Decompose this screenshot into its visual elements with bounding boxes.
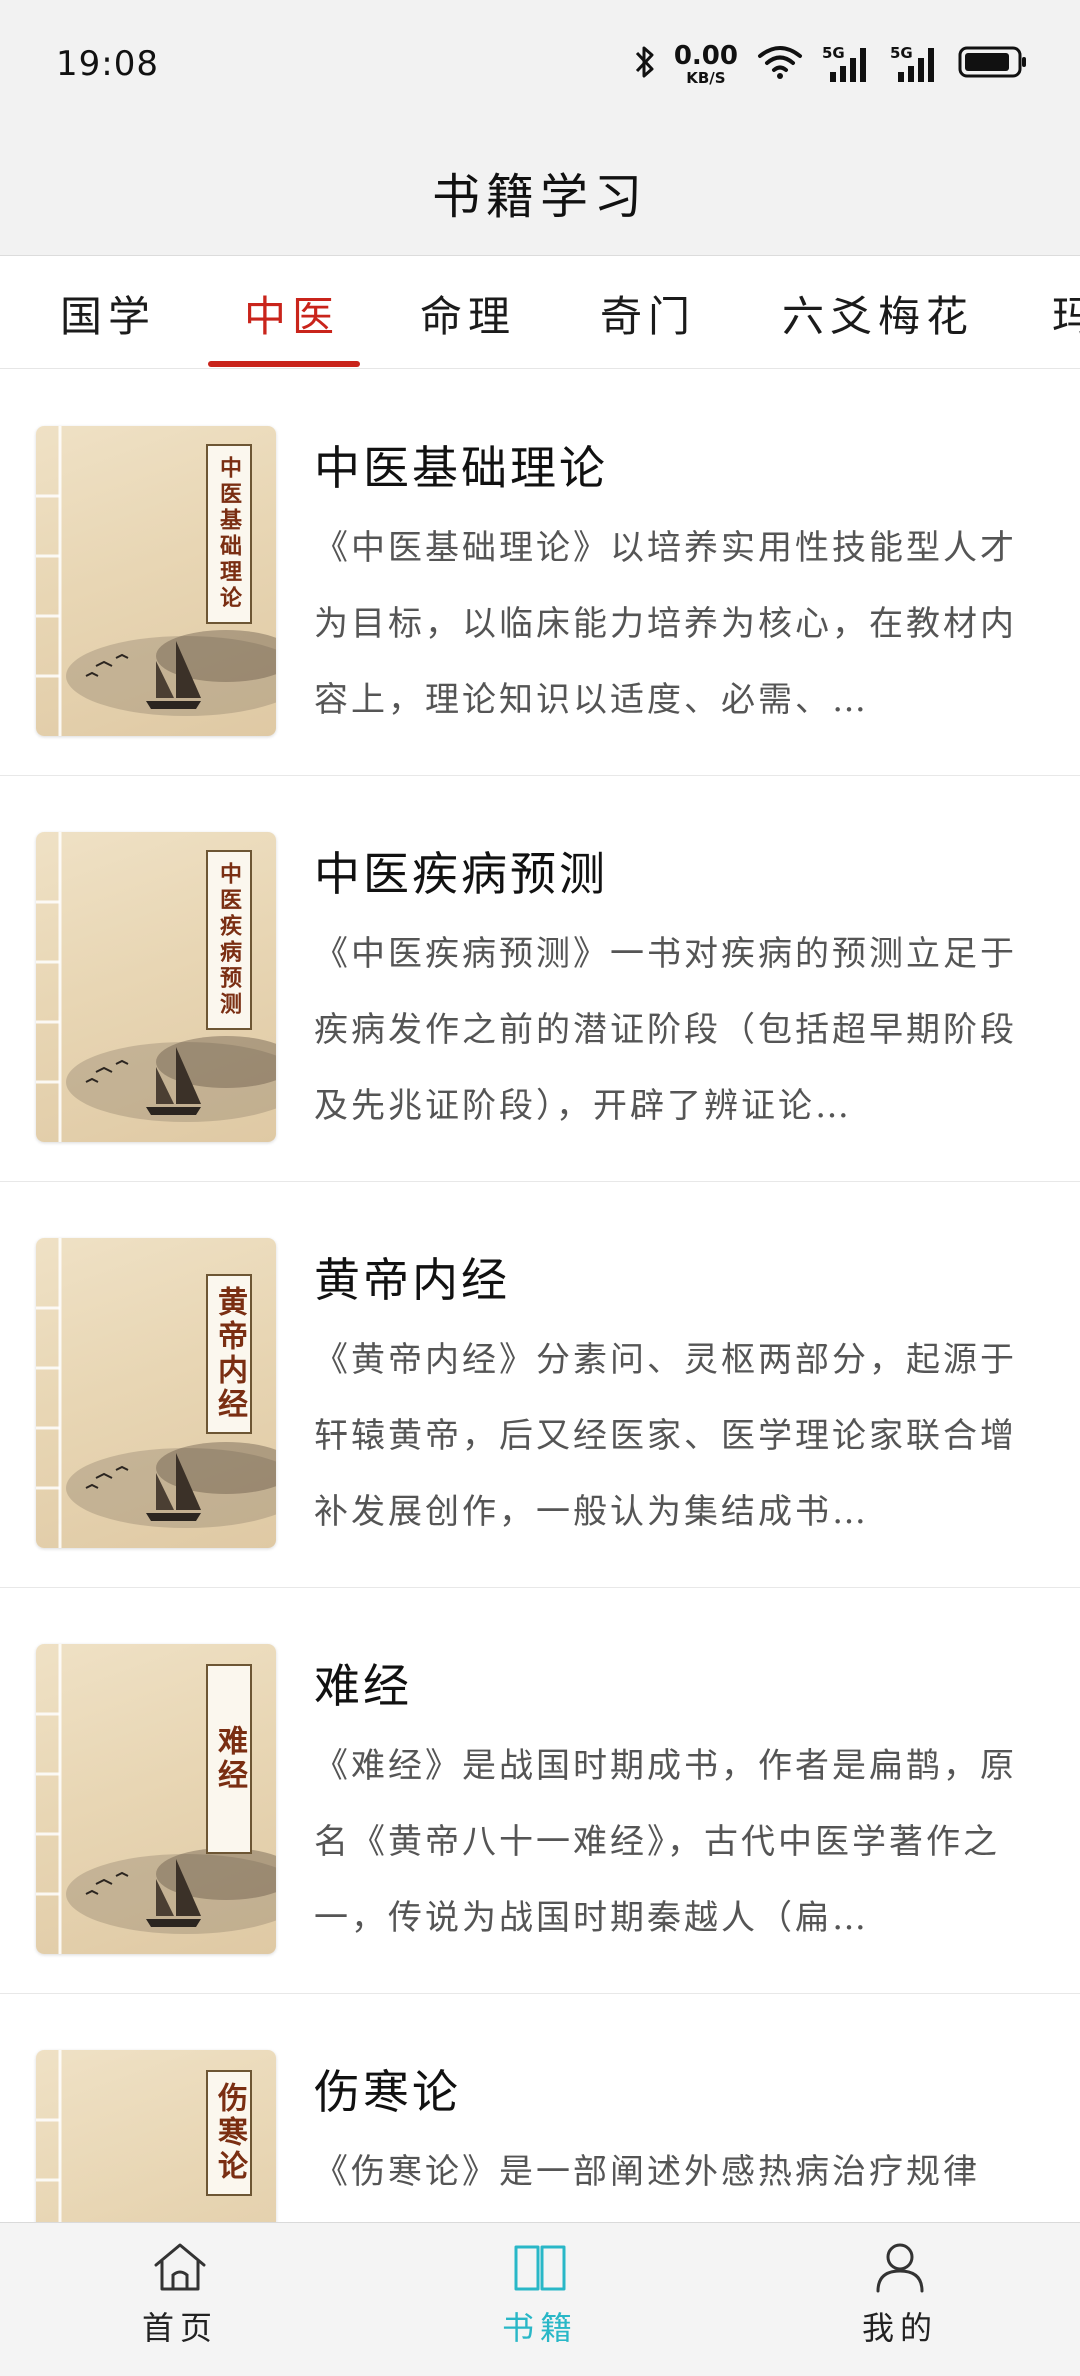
- status-bar: 19:08 0.00 KB/S 5G 5G: [0, 0, 1080, 128]
- book-text: 中医基础理论 《中医基础理论》以培养实用性技能型人才为目标，以临床能力培养为核心…: [314, 436, 1050, 738]
- book-item[interactable]: 中医基础理论 中医基础理论 《中医基础理论》以培养实用性技能型人才为目标，以临床…: [0, 370, 1080, 776]
- book-title: 中医基础理论: [314, 441, 608, 495]
- book-icon: [511, 2241, 569, 2297]
- book-item[interactable]: 中医疾病预测 中医疾病预测 《中医疾病预测》一书对疾病的预测立足于疾病发作之前的…: [0, 776, 1080, 1182]
- nav-profile[interactable]: 我的: [720, 2223, 1080, 2376]
- tab-guoxue[interactable]: 国学: [60, 257, 156, 368]
- cover-title-plate: 中医基础理论: [206, 444, 252, 624]
- signal-icon: 5G: [890, 44, 940, 84]
- book-text: 难经 《难经》是战国时期成书，作者是扁鹊，原名《黄帝八十一难经》，古代中医学著作…: [314, 1654, 1050, 1956]
- tab-partial[interactable]: 玛: [1052, 257, 1080, 368]
- signal-icon: 5G: [822, 44, 872, 84]
- cover-title-plate: 难经: [206, 1664, 252, 1854]
- net-speed-value: 0.00: [673, 40, 738, 71]
- wifi-icon: [756, 44, 804, 84]
- battery-icon: [958, 45, 1028, 83]
- book-list: 中医基础理论 中医基础理论 《中医基础理论》以培养实用性技能型人才为目标，以临床…: [0, 370, 1080, 2376]
- net-speed-unit: KB/S: [686, 68, 726, 87]
- book-title: 伤寒论: [314, 2065, 461, 2119]
- book-text: 黄帝内经 《黄帝内经》分素问、灵枢两部分，起源于轩辕黄帝，后又经医家、医学理论家…: [314, 1248, 1050, 1550]
- book-title: 黄帝内经: [314, 1253, 510, 1307]
- cover-title-plate: 中医疾病预测: [206, 850, 252, 1030]
- book-description: 《黄帝内经》分素问、灵枢两部分，起源于轩辕黄帝，后又经医家、医学理论家联合增补发…: [314, 1340, 1017, 1532]
- nav-home-label: 首页: [141, 2309, 218, 2347]
- cover-title: 黄帝内经: [212, 1286, 247, 1422]
- bottom-nav: 首页 书籍 我的: [0, 2222, 1080, 2376]
- active-tab-indicator: [208, 361, 360, 367]
- book-text: 中医疾病预测 《中医疾病预测》一书对疾病的预测立足于疾病发作之前的潜证阶段（包括…: [314, 842, 1050, 1144]
- cover-title: 中医疾病预测: [216, 862, 242, 1018]
- net-speed: 0.00 KB/S: [674, 43, 738, 86]
- home-icon: [151, 2241, 209, 2297]
- cover-title: 伤寒论: [212, 2082, 247, 2184]
- book-item[interactable]: 难经 难经 《难经》是战国时期成书，作者是扁鹊，原名《黄帝八十一难经》，古代中医…: [0, 1588, 1080, 1994]
- tab-qimen[interactable]: 奇门: [600, 257, 696, 368]
- tab-mingli[interactable]: 命理: [420, 257, 516, 368]
- book-description: 《中医基础理论》以培养实用性技能型人才为目标，以临床能力培养为核心，在教材内容上…: [314, 528, 1017, 720]
- bluetooth-icon: [634, 44, 656, 84]
- book-description: 《难经》是战国时期成书，作者是扁鹊，原名《黄帝八十一难经》，古代中医学著作之一，…: [314, 1746, 1017, 1938]
- book-cover: 难经: [36, 1644, 276, 1954]
- cover-title-plate: 黄帝内经: [206, 1274, 252, 1434]
- category-tabs: 国学 中医 命理 奇门 六爻梅花 玛: [0, 257, 1080, 369]
- book-title: 难经: [314, 1659, 412, 1713]
- cover-title: 难经: [212, 1725, 247, 1793]
- nav-books-label: 书籍: [501, 2309, 578, 2347]
- cover-title-plate: 伤寒论: [206, 2070, 252, 2196]
- book-description: 《中医疾病预测》一书对疾病的预测立足于疾病发作之前的潜证阶段（包括超早期阶段及先…: [314, 934, 1017, 1126]
- profile-icon: [871, 2241, 929, 2297]
- page-title: 书籍学习: [431, 168, 648, 225]
- cover-title: 中医基础理论: [216, 456, 242, 612]
- screen: 19:08 0.00 KB/S 5G 5G 书籍学习 国学 中医 命理 奇门 六…: [0, 0, 1080, 2376]
- book-cover: 黄帝内经: [36, 1238, 276, 1548]
- status-time: 19:08: [56, 44, 159, 84]
- book-title: 中医疾病预测: [314, 847, 608, 901]
- book-cover: 中医基础理论: [36, 426, 276, 736]
- book-item[interactable]: 黄帝内经 黄帝内经 《黄帝内经》分素问、灵枢两部分，起源于轩辕黄帝，后又经医家、…: [0, 1182, 1080, 1588]
- tab-liuyao-meihua[interactable]: 六爻梅花: [782, 257, 974, 368]
- book-cover: 中医疾病预测: [36, 832, 276, 1142]
- nav-home[interactable]: 首页: [0, 2223, 360, 2376]
- nav-profile-label: 我的: [861, 2309, 938, 2347]
- tab-zhongyi[interactable]: 中医: [244, 257, 340, 368]
- header: 书籍学习: [0, 128, 1080, 256]
- nav-books[interactable]: 书籍: [360, 2223, 720, 2376]
- status-icons: 0.00 KB/S 5G 5G: [634, 43, 1028, 86]
